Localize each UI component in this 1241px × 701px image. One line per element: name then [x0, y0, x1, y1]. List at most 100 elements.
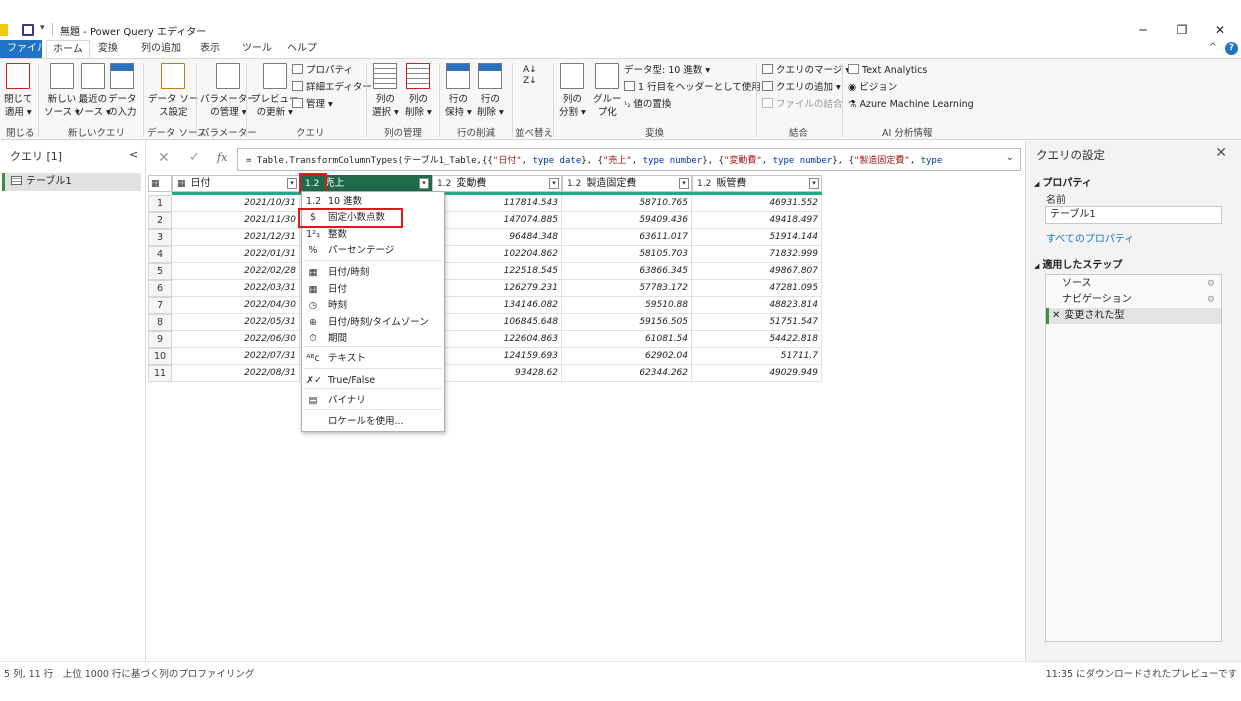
collapse-queries-icon[interactable]: < — [129, 148, 138, 161]
table-cell[interactable]: 122604.863 — [432, 331, 562, 348]
data-type-dropdown[interactable]: データ型: 10 進数 ▾ — [624, 64, 710, 78]
type-menu-item[interactable]: ▤ バイナリ — [302, 392, 444, 409]
query-name-input[interactable]: テーブル1 — [1045, 206, 1222, 224]
table-cell[interactable]: 2022/08/31 — [172, 365, 300, 382]
remove-rows-button[interactable]: 行の 削除 ▾ — [477, 63, 504, 119]
gear-icon[interactable]: ⚙ — [1207, 292, 1215, 308]
use-first-row-headers-button[interactable]: 1 行目をヘッダーとして使用 ▾ — [624, 81, 769, 95]
row-number[interactable]: 8 — [148, 314, 172, 331]
table-cell[interactable]: 126279.231 — [432, 280, 562, 297]
table-cell[interactable]: 49418.497 — [692, 212, 822, 229]
data-source-settings-button[interactable]: データ ソー ス設定 — [148, 63, 199, 119]
all-properties-link[interactable]: すべてのプロパティ — [1046, 230, 1134, 245]
table-cell[interactable]: 59510.88 — [562, 297, 692, 314]
table-cell[interactable]: 63611.017 — [562, 229, 692, 246]
table-cell[interactable]: 2022/06/30 — [172, 331, 300, 348]
table-cell[interactable]: 51711.7 — [692, 348, 822, 365]
manage-button[interactable]: 管理 ▾ — [292, 98, 333, 112]
column-header-fixed-cost[interactable]: 1.2 製造固定費 ▾ — [562, 175, 692, 192]
menu-tools[interactable]: ツール — [236, 40, 278, 58]
cancel-formula-icon[interactable]: ✕ — [158, 150, 170, 166]
fx-icon[interactable]: fx — [217, 151, 227, 164]
row-number[interactable]: 4 — [148, 246, 172, 263]
properties-button[interactable]: プロパティ — [292, 64, 353, 78]
type-menu-item[interactable]: ⏱ 期間 — [302, 330, 444, 347]
table-cell[interactable]: 49029.949 — [692, 365, 822, 382]
table-cell[interactable]: 71832.999 — [692, 246, 822, 263]
table-cell[interactable]: 62344.262 — [562, 365, 692, 382]
menu-file[interactable]: ファイル — [0, 40, 47, 58]
menu-add-column[interactable]: 列の追加 — [135, 40, 187, 58]
table-cell[interactable]: 96484.348 — [432, 229, 562, 246]
table-cell[interactable]: 2022/07/31 — [172, 348, 300, 365]
group-by-button[interactable]: グルー プ化 — [593, 63, 622, 119]
table-cell[interactable]: 93428.62 — [432, 365, 562, 382]
decimal-type-icon[interactable]: 1.2 — [697, 179, 711, 189]
replace-values-button[interactable]: ¹₂ 値の置換 — [624, 98, 671, 112]
close-window-button[interactable]: ✕ — [1200, 20, 1240, 40]
decimal-type-icon[interactable]: 1.2 — [567, 179, 581, 189]
table-menu-button[interactable]: ▦ — [148, 175, 172, 192]
sort-ascending-icon[interactable]: A↓ Z↓ — [523, 65, 537, 87]
save-icon[interactable] — [22, 24, 34, 36]
table-cell[interactable]: 106845.648 — [432, 314, 562, 331]
filter-dropdown-icon[interactable]: ▾ — [809, 178, 819, 189]
merge-queries-button[interactable]: クエリのマージ ▾ — [762, 64, 850, 78]
type-menu-item[interactable]: ロケールを使用... — [302, 413, 444, 430]
row-number[interactable]: 10 — [148, 348, 172, 365]
table-cell[interactable]: 124159.693 — [432, 348, 562, 365]
row-number[interactable]: 5 — [148, 263, 172, 280]
row-number[interactable]: 2 — [148, 212, 172, 229]
combine-files-button[interactable]: ファイルの結合 — [762, 98, 843, 112]
table-cell[interactable]: 2021/10/31 — [172, 195, 300, 212]
table-cell[interactable]: 117814.543 — [432, 195, 562, 212]
table-cell[interactable]: 122518.545 — [432, 263, 562, 280]
properties-section[interactable]: ◢ プロパティ — [1034, 174, 1092, 189]
table-cell[interactable]: 2022/01/31 — [172, 246, 300, 263]
formula-input[interactable]: = Table.TransformColumnTypes(テーブル1_Table… — [237, 148, 1021, 171]
column-header-date[interactable]: ▦ 日付 ▾ — [172, 175, 300, 192]
table-cell[interactable]: 2021/12/31 — [172, 229, 300, 246]
table-cell[interactable]: 2022/03/31 — [172, 280, 300, 297]
table-cell[interactable]: 49867.807 — [692, 263, 822, 280]
minimize-button[interactable]: ─ — [1123, 20, 1163, 40]
table-cell[interactable]: 51751.547 — [692, 314, 822, 331]
row-number[interactable]: 11 — [148, 365, 172, 382]
manage-parameters-button[interactable]: パラメーター の管理 ▾ — [200, 63, 257, 119]
step-source[interactable]: ソース ⚙ — [1046, 276, 1221, 292]
advanced-editor-button[interactable]: 詳細エディター — [292, 81, 372, 95]
azure-ml-button[interactable]: ⚗ Azure Machine Learning — [848, 98, 974, 112]
remove-columns-button[interactable]: 列の 削除 ▾ — [405, 63, 432, 119]
table-cell[interactable]: 61081.54 — [562, 331, 692, 348]
table-cell[interactable]: 2022/02/28 — [172, 263, 300, 280]
table-cell[interactable]: 47281.095 — [692, 280, 822, 297]
filter-dropdown-icon[interactable]: ▾ — [549, 178, 559, 189]
table-cell[interactable]: 58710.765 — [562, 195, 692, 212]
expand-formula-icon[interactable]: ⌄ — [1006, 152, 1014, 163]
column-header-variable-cost[interactable]: 1.2 変動費 ▾ — [432, 175, 562, 192]
type-menu-item[interactable]: ▦ 日付/時刻 — [302, 264, 444, 281]
table-cell[interactable]: 134146.082 — [432, 297, 562, 314]
row-number[interactable]: 1 — [148, 195, 172, 212]
menu-help[interactable]: ヘルプ — [281, 40, 323, 58]
table-cell[interactable]: 57783.172 — [562, 280, 692, 297]
table-cell[interactable]: 51914.144 — [692, 229, 822, 246]
gear-icon[interactable]: ⚙ — [1207, 276, 1215, 292]
delete-step-icon[interactable]: ✕ — [1052, 310, 1060, 321]
table-cell[interactable]: 59156.505 — [562, 314, 692, 331]
column-header-sga[interactable]: 1.2 販管費 ▾ — [692, 175, 822, 192]
split-column-button[interactable]: 列の 分割 ▾ — [559, 63, 586, 119]
filter-dropdown-icon[interactable]: ▾ — [287, 178, 297, 189]
filter-dropdown-icon[interactable]: ▾ — [679, 178, 689, 189]
table-cell[interactable]: 54422.818 — [692, 331, 822, 348]
append-queries-button[interactable]: クエリの追加 ▾ — [762, 81, 841, 95]
table-cell[interactable]: 46931.552 — [692, 195, 822, 212]
menu-home[interactable]: ホーム — [46, 40, 90, 58]
enter-data-button[interactable]: データ の入力 — [108, 63, 137, 119]
quick-access-dropdown[interactable]: ▾ — [40, 23, 45, 33]
table-cell[interactable]: 63866.345 — [562, 263, 692, 280]
commit-formula-icon[interactable]: ✓ — [189, 150, 200, 165]
query-item[interactable]: テーブル1 — [2, 173, 141, 191]
table-cell[interactable]: 59409.436 — [562, 212, 692, 229]
row-number[interactable]: 3 — [148, 229, 172, 246]
